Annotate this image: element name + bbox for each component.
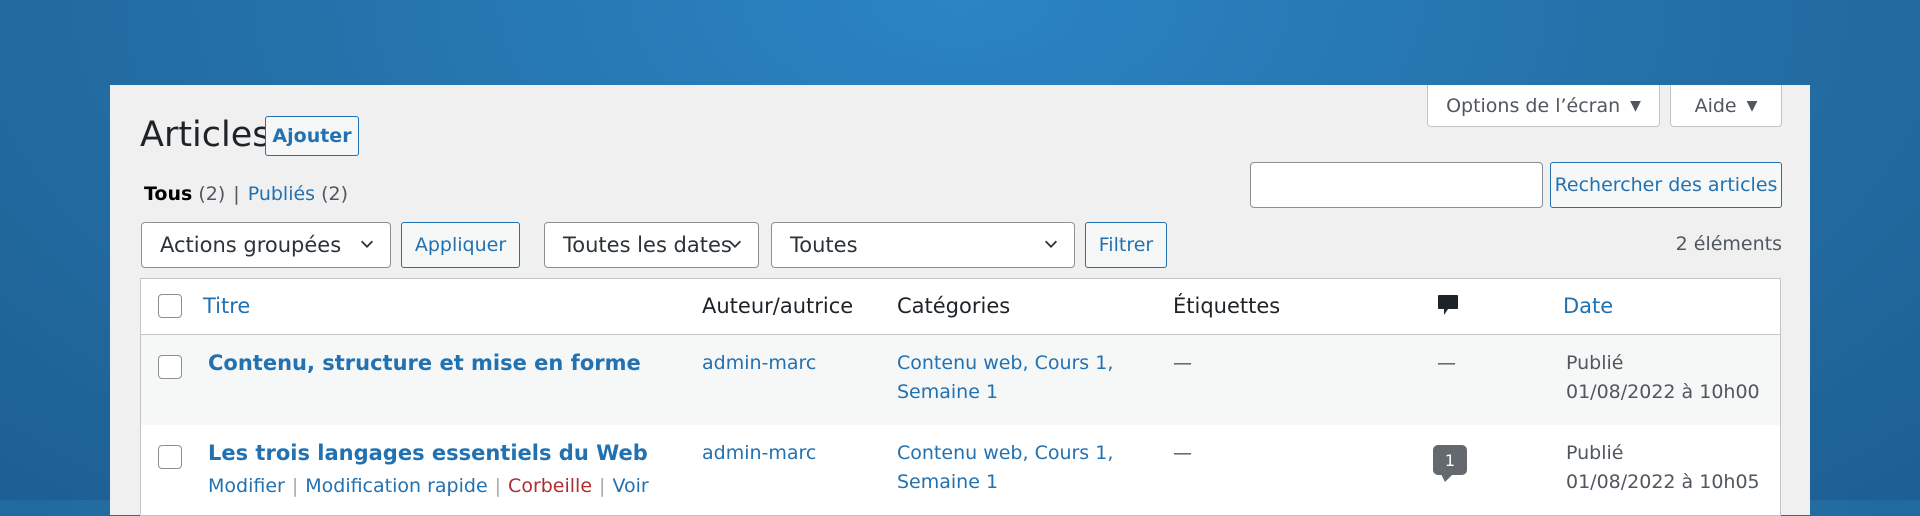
row-actions: Modifier | Modification rapide | Corbeil… <box>208 475 649 497</box>
column-categories: Catégories <box>897 294 1011 318</box>
table-header: Titre Auteur/autrice Catégories Étiquett… <box>141 279 1780 335</box>
edit-link[interactable]: Modifier <box>208 475 285 497</box>
column-tags: Étiquettes <box>1173 294 1281 318</box>
comment-count-bubble[interactable]: 1 <box>1433 445 1467 475</box>
bubble-tail-icon <box>1441 474 1453 482</box>
items-count: 2 éléments <box>1675 233 1782 255</box>
dates-select[interactable]: Toutes les dates <box>544 222 759 268</box>
date-cell: Publié 01/08/2022 à 10h05 <box>1566 439 1760 497</box>
bulk-actions-select[interactable]: Actions groupées <box>141 222 391 268</box>
tags-value: — <box>1173 442 1192 464</box>
add-new-button[interactable]: Ajouter <box>265 116 359 156</box>
post-title-link[interactable]: Contenu, structure et mise en forme <box>208 349 641 378</box>
action-separator: | <box>494 475 502 497</box>
action-separator: | <box>599 475 606 497</box>
author-link[interactable]: admin-marc <box>702 439 816 468</box>
post-date: 01/08/2022 à 10h05 <box>1566 471 1760 493</box>
wp-admin-content: Options de l’écran ▼ Aide ▼ Articles Ajo… <box>110 85 1810 516</box>
view-filters: Tous (2) | Publiés (2) <box>144 183 348 205</box>
categories-select[interactable]: Toutes <box>771 222 1075 268</box>
chevron-down-icon <box>360 240 374 248</box>
chevron-down-icon <box>1044 240 1058 248</box>
quick-edit-link[interactable]: Modification rapide <box>305 475 487 497</box>
categories-line[interactable]: Contenu web, Cours 1, <box>897 439 1113 468</box>
caret-down-icon: ▼ <box>1746 97 1758 114</box>
post-status: Publié <box>1566 352 1624 374</box>
post-title-link[interactable]: Les trois langages essentiels du Web <box>208 439 648 468</box>
post-status: Publié <box>1566 442 1624 464</box>
filter-button[interactable]: Filtrer <box>1085 222 1167 268</box>
row-checkbox[interactable] <box>158 355 182 379</box>
column-author: Auteur/autrice <box>702 294 854 318</box>
table-row: Les trois langages essentiels du Web Mod… <box>141 425 1780 515</box>
trash-link[interactable]: Corbeille <box>508 475 592 497</box>
table-row: Contenu, structure et mise en forme admi… <box>141 335 1780 425</box>
search-button[interactable]: Rechercher des articles <box>1550 162 1782 208</box>
chevron-down-icon <box>728 240 742 248</box>
comments-value: — <box>1437 352 1456 374</box>
date-cell: Publié 01/08/2022 à 10h00 <box>1566 349 1760 407</box>
categories-line[interactable]: Semaine 1 <box>897 468 1113 497</box>
tags-value: — <box>1173 352 1192 374</box>
screen-options-label: Options de l’écran <box>1446 94 1621 117</box>
apply-button[interactable]: Appliquer <box>401 222 520 268</box>
posts-table: Titre Auteur/autrice Catégories Étiquett… <box>140 278 1781 516</box>
column-title[interactable]: Titre <box>203 294 250 318</box>
select-all-checkbox[interactable] <box>158 294 182 318</box>
help-label: Aide <box>1694 94 1737 117</box>
categories-links[interactable]: Contenu web, Cours 1, Semaine 1 <box>897 439 1113 497</box>
view-published[interactable]: Publiés (2) <box>248 183 348 205</box>
author-link[interactable]: admin-marc <box>702 349 816 378</box>
post-date: 01/08/2022 à 10h00 <box>1566 381 1760 403</box>
view-all[interactable]: Tous (2) <box>144 183 225 205</box>
column-date[interactable]: Date <box>1563 294 1613 318</box>
caret-down-icon: ▼ <box>1630 97 1641 114</box>
help-button[interactable]: Aide ▼ <box>1670 85 1782 127</box>
view-separator: | <box>233 183 240 205</box>
action-separator: | <box>291 475 299 497</box>
row-checkbox[interactable] <box>158 445 182 469</box>
screen-options-button[interactable]: Options de l’écran ▼ <box>1427 85 1660 127</box>
dates-value: Toutes les dates <box>563 233 732 257</box>
categories-value: Toutes <box>790 233 858 257</box>
categories-line[interactable]: Semaine 1 <box>897 378 1113 407</box>
page-title: Articles <box>140 115 271 155</box>
search-input[interactable] <box>1250 162 1543 208</box>
view-link[interactable]: Voir <box>612 475 648 497</box>
categories-links[interactable]: Contenu web, Cours 1, Semaine 1 <box>897 349 1113 407</box>
bulk-actions-value: Actions groupées <box>160 233 342 257</box>
comment-bubble-icon[interactable] <box>1436 293 1460 319</box>
categories-line[interactable]: Contenu web, Cours 1, <box>897 349 1113 378</box>
